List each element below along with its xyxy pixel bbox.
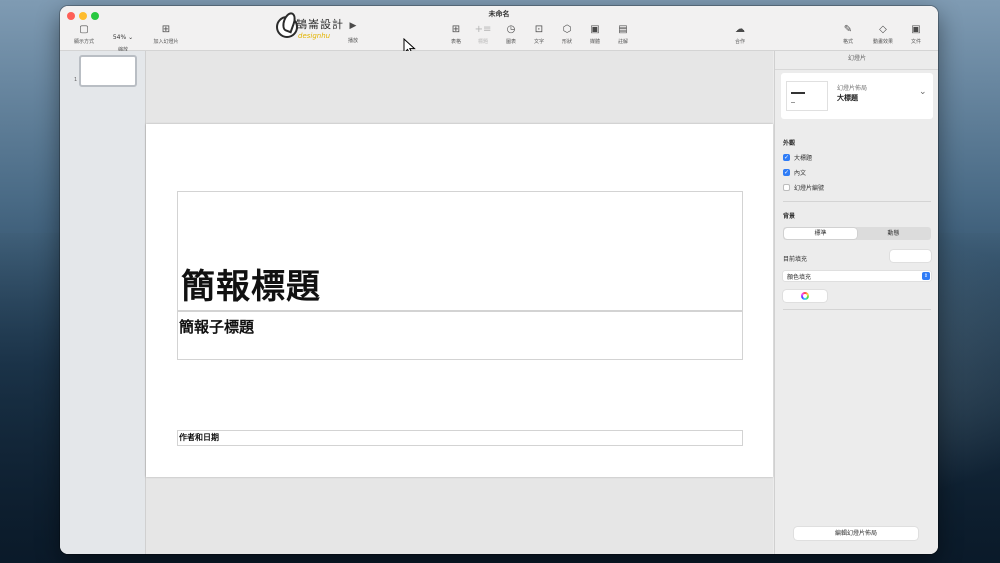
animate-label: 動畫效果 — [872, 39, 893, 45]
media-label: 媒體 — [589, 39, 600, 45]
comment-icon: ▤ — [618, 24, 628, 35]
logo-mark — [276, 16, 298, 38]
text-button[interactable]: ⊡ 文字 — [529, 24, 549, 45]
shape-label: 形狀 — [561, 39, 572, 45]
shape-button[interactable]: ⬡ 形狀 — [557, 24, 577, 45]
table-label: 表格 — [450, 39, 461, 45]
zoom-menu[interactable]: 54% ⌄ 縮放 — [106, 24, 140, 53]
chart-label: 圖表 — [505, 39, 516, 45]
collaborate-icon: ☁ — [735, 24, 745, 35]
zoom-value: 54% ⌄ — [112, 34, 134, 41]
checkbox-checked-icon[interactable]: ✓ — [783, 169, 790, 176]
shape-icon: ⬡ — [562, 24, 572, 35]
slide-subtitle: 簡報子標題 — [179, 318, 255, 336]
document-title: 未命名 — [488, 10, 510, 18]
format-label: 格式 — [842, 39, 853, 45]
layout-label: 幻燈片佈局 — [837, 85, 868, 92]
background-title: 背景 — [783, 213, 796, 220]
slide-author: 作者和日期 — [179, 433, 219, 442]
designhu-logo: 鵠崙設計 designhu — [276, 10, 350, 44]
tab-dynamic[interactable]: 動態 — [857, 228, 930, 239]
text-label: 文字 — [533, 39, 544, 45]
add-slide-button[interactable]: ⊞ 加入幻燈片 — [146, 24, 186, 45]
animate-icon: ◇ — [879, 24, 887, 35]
media-icon: ▣ — [590, 24, 600, 35]
subtitle-placeholder[interactable]: 簡報子標題 — [177, 311, 743, 360]
add-slide-icon: ⊞ — [161, 24, 171, 35]
media-button[interactable]: ▣ 媒體 — [585, 24, 605, 45]
title-checkbox-row[interactable]: ✓ 大標題 — [783, 153, 812, 163]
chevron-down-icon: ⌄ — [919, 87, 927, 97]
inspector-header: 幻燈片 — [775, 51, 938, 70]
chevron-updown-icon: ⇕ — [922, 272, 930, 280]
slide-thumbnail[interactable] — [79, 55, 137, 87]
fill-type-select[interactable]: 顏色填充 ⇕ — [783, 271, 931, 281]
checkbox-unchecked-icon[interactable] — [783, 184, 790, 191]
format-inspector: 幻燈片 幻燈片佈局 大標題 ⌄ 外觀 ✓ 大標題 ✓ 內文 幻燈片編號 背景 標準 … — [774, 51, 938, 554]
divider — [783, 309, 931, 310]
table-button[interactable]: ⊞ 表格 — [446, 24, 466, 45]
format-icon: ✎ — [843, 24, 853, 35]
animate-button[interactable]: ◇ 動畫效果 — [866, 24, 900, 45]
chart-button[interactable]: ◷ 圖表 — [501, 24, 521, 45]
logo-subtext: designhu — [298, 32, 331, 40]
add-slide-label: 加入幻燈片 — [153, 39, 179, 45]
color-wheel-icon — [801, 292, 809, 300]
current-fill-label: 目前填充 — [783, 256, 808, 263]
comment-button[interactable]: ▤ 註解 — [613, 24, 633, 45]
appearance-title: 外觀 — [783, 140, 796, 147]
chart-icon: ◷ — [506, 24, 516, 35]
document-icon: ▣ — [911, 24, 921, 35]
slide[interactable]: 簡報標題 簡報子標題 作者和日期 — [146, 124, 773, 477]
current-fill-swatch[interactable] — [890, 250, 931, 262]
play-icon: ▶ — [349, 21, 357, 31]
edit-slide-layout-button[interactable]: 編輯幻燈片佈局 — [794, 527, 918, 540]
fill-type-value: 顏色填充 — [787, 274, 812, 281]
document-button[interactable]: ▣ 文件 — [905, 24, 927, 45]
play-button[interactable]: ▶ 播放 — [342, 20, 364, 44]
title-button[interactable]: +≡ 標題 — [473, 24, 493, 45]
slide-layout-picker[interactable]: 幻燈片佈局 大標題 ⌄ — [781, 73, 933, 119]
body-checkbox-row[interactable]: ✓ 內文 — [783, 168, 806, 178]
title-icon: +≡ — [474, 24, 492, 35]
comment-label: 註解 — [617, 39, 628, 45]
view-icon: ▢ — [79, 24, 89, 35]
slide-canvas: 簡報標題 簡報子標題 作者和日期 — [146, 51, 773, 554]
layout-name: 大標題 — [837, 94, 858, 102]
title-label: 標題 — [477, 39, 488, 45]
layout-preview — [786, 81, 828, 111]
toolbar: 未命名 ▢ 顯示方式 54% ⌄ 縮放 ⊞ 加入幻燈片 鵠崙設計 designh… — [60, 6, 938, 56]
table-icon: ⊞ — [451, 24, 461, 35]
text-icon: ⊡ — [534, 24, 544, 35]
play-label: 播放 — [347, 38, 358, 44]
tab-standard[interactable]: 標準 — [784, 228, 857, 239]
logo-name: 鵠崙設計 — [296, 18, 344, 31]
divider — [783, 201, 931, 202]
title-placeholder[interactable]: 簡報標題 — [177, 191, 743, 311]
author-placeholder[interactable]: 作者和日期 — [177, 430, 743, 446]
checkbox-checked-icon[interactable]: ✓ — [783, 154, 790, 161]
slide-number: 1 — [74, 77, 78, 83]
slide-navigator: 1 — [60, 51, 146, 554]
view-button[interactable]: ▢ 顯示方式 — [68, 24, 100, 45]
collaborate-button[interactable]: ☁ 合作 — [728, 24, 752, 45]
slide-title: 簡報標題 — [181, 267, 321, 307]
document-label: 文件 — [910, 39, 921, 45]
view-label: 顯示方式 — [73, 39, 94, 45]
title-checkbox-label: 大標題 — [794, 155, 813, 162]
body-checkbox-label: 內文 — [794, 170, 807, 177]
collaborate-label: 合作 — [734, 39, 745, 45]
color-well[interactable] — [783, 290, 827, 302]
format-button[interactable]: ✎ 格式 — [836, 24, 860, 45]
keynote-window: 未命名 ▢ 顯示方式 54% ⌄ 縮放 ⊞ 加入幻燈片 鵠崙設計 designh… — [60, 6, 938, 554]
slide-number-checkbox-label: 幻燈片編號 — [794, 185, 825, 192]
background-segmented-control: 標準 動態 — [783, 227, 931, 240]
slide-number-checkbox-row[interactable]: 幻燈片編號 — [783, 183, 824, 193]
